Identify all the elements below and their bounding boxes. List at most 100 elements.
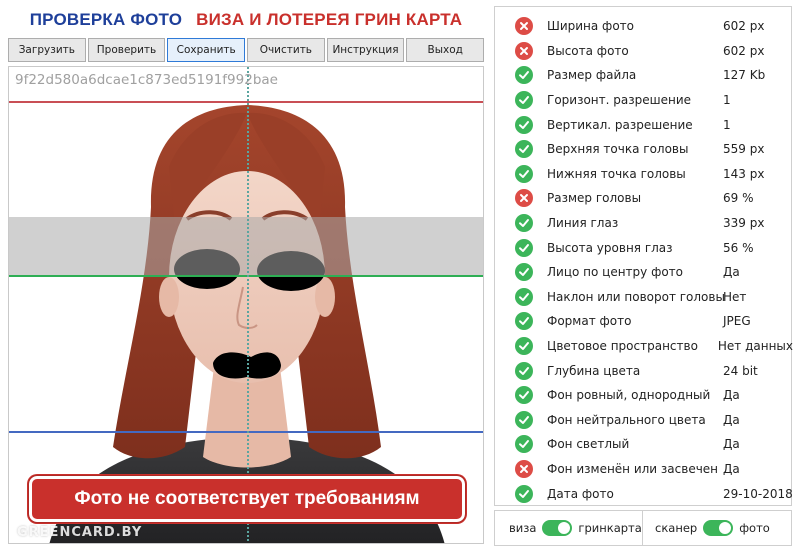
check-icon xyxy=(515,287,533,306)
result-value: JPEG xyxy=(723,314,751,329)
check-icon xyxy=(515,140,533,159)
result-label: Высота уровня глаз xyxy=(547,240,673,255)
manual-button[interactable]: Инструкция xyxy=(326,38,405,62)
result-label: Дата фото xyxy=(547,486,614,501)
result-label: Наклон или поворот головы xyxy=(547,289,725,304)
result-value: Нет xyxy=(723,289,747,304)
check-icon xyxy=(515,91,533,110)
result-row: Вертикал. разрешение 1 xyxy=(495,112,793,137)
result-value: 602 px xyxy=(723,43,765,58)
result-label: Фон нейтрального цвета xyxy=(547,412,706,427)
result-row: Наклон или поворот головы Нет xyxy=(495,285,793,310)
switch-knob xyxy=(719,522,732,534)
result-row: Высота уровня глаз 56 % xyxy=(495,235,793,260)
result-row: Формат фото JPEG xyxy=(495,309,793,334)
check-icon xyxy=(515,66,533,85)
result-value: 1 xyxy=(723,93,731,108)
result-value: Да xyxy=(723,388,740,403)
result-label: Формат фото xyxy=(547,314,632,329)
result-label: Вертикал. разрешение xyxy=(547,117,693,132)
result-row: Размер файла 127 Kb xyxy=(495,63,793,88)
result-value: 24 bit xyxy=(723,363,758,378)
check-icon xyxy=(515,435,533,454)
photo-label: фото xyxy=(739,521,770,535)
mode-toggles: виза гринкарта сканер фото xyxy=(494,510,792,546)
check-icon xyxy=(515,361,533,380)
result-value: Нет данных xyxy=(717,339,793,354)
photo-hash: 9f22d580a6dcae1c873ed5191f992bae xyxy=(15,72,278,88)
result-label: Фон ровный, однородный xyxy=(547,388,711,403)
cross-icon xyxy=(515,41,533,60)
exit-button[interactable]: Выход xyxy=(406,38,485,62)
app-header: ПРОВЕРКА ФОТО ВИЗА И ЛОТЕРЕЯ ГРИН КАРТА xyxy=(8,8,484,32)
result-value: Да xyxy=(723,265,740,280)
cross-icon xyxy=(515,189,533,208)
save-button[interactable]: Сохранить xyxy=(167,38,246,62)
toolbar: Загрузить Проверить Сохранить Очистить И… xyxy=(8,38,485,62)
result-row: Размер головы 69 % xyxy=(495,186,793,211)
title-visa-lottery: ВИЗА И ЛОТЕРЕЯ ГРИН КАРТА xyxy=(196,10,463,29)
visa-greencard-switch[interactable] xyxy=(542,520,573,536)
result-row: Высота фото 602 px xyxy=(495,39,793,64)
watermark: GREENCARD.BY xyxy=(17,525,143,540)
visa-label: виза xyxy=(509,521,537,535)
check-button[interactable]: Проверить xyxy=(87,38,166,62)
center-line xyxy=(247,67,249,543)
result-label: Верхняя точка головы xyxy=(547,142,689,157)
result-row: Фон светлый Да xyxy=(495,432,793,457)
result-row: Фон изменён или засвечен Да xyxy=(495,457,793,482)
result-value: 127 Kb xyxy=(723,68,766,83)
result-label: Цветовое пространство xyxy=(547,339,698,354)
result-row: Горизонт. разрешение 1 xyxy=(495,88,793,113)
result-row: Фон ровный, однородный Да xyxy=(495,383,793,408)
result-value: 56 % xyxy=(723,240,754,255)
result-value: 602 px xyxy=(723,19,765,34)
result-value: 69 % xyxy=(723,191,754,206)
result-label: Высота фото xyxy=(547,43,629,58)
check-icon xyxy=(515,164,533,183)
result-label: Размер файла xyxy=(547,68,637,83)
scanner-label: сканер xyxy=(655,521,698,535)
result-value: Да xyxy=(723,462,740,477)
result-row: Линия глаз 339 px xyxy=(495,211,793,236)
result-value: Да xyxy=(723,412,740,427)
requirements-warning: Фото не соответствует требованиям xyxy=(28,475,466,523)
check-icon xyxy=(515,484,533,503)
result-row: Нижняя точка головы 143 px xyxy=(495,162,793,187)
check-icon xyxy=(515,214,533,233)
clear-button[interactable]: Очистить xyxy=(247,38,325,62)
check-icon xyxy=(515,312,533,331)
result-value: 339 px xyxy=(723,216,765,231)
title-photo-check: ПРОВЕРКА ФОТО xyxy=(29,10,183,29)
scanner-photo-switch[interactable] xyxy=(703,520,734,536)
result-label: Размер головы xyxy=(547,191,642,206)
result-row: Глубина цвета 24 bit xyxy=(495,358,793,383)
scanner-photo-toggle-group: сканер фото xyxy=(643,511,770,545)
switch-knob xyxy=(558,522,571,534)
result-value: 559 px xyxy=(723,142,765,157)
result-value: Да xyxy=(723,437,740,452)
results-panel: Ширина фото 602 px Высота фото 602 px Размер… xyxy=(494,6,793,506)
result-label: Горизонт. разрешение xyxy=(547,93,692,108)
result-label: Фон светлый xyxy=(547,437,630,452)
result-label: Ширина фото xyxy=(547,19,634,34)
cross-icon xyxy=(515,460,533,479)
result-row: Цветовое пространство Нет данных xyxy=(495,334,793,359)
result-label: Линия глаз xyxy=(547,216,619,231)
photo-panel[interactable]: 9f22d580a6dcae1c873ed5191f992bae Фото не… xyxy=(8,66,484,544)
greencard-label: гринкарта xyxy=(578,521,642,535)
result-label: Нижняя точка головы xyxy=(547,166,686,181)
result-value: 1 xyxy=(723,117,731,132)
result-row: Фон нейтрального цвета Да xyxy=(495,408,793,433)
check-icon xyxy=(515,263,533,282)
result-label: Глубина цвета xyxy=(547,363,641,378)
load-button[interactable]: Загрузить xyxy=(8,38,86,62)
visa-greencard-toggle-group: виза гринкарта xyxy=(495,511,643,545)
check-icon xyxy=(515,410,533,429)
result-value: 29-10-2018 xyxy=(723,486,793,501)
result-label: Лицо по центру фото xyxy=(547,265,684,280)
check-icon xyxy=(515,115,533,134)
result-row: Ширина фото 602 px xyxy=(495,14,793,39)
cross-icon xyxy=(515,17,533,36)
result-row: Лицо по центру фото Да xyxy=(495,260,793,285)
